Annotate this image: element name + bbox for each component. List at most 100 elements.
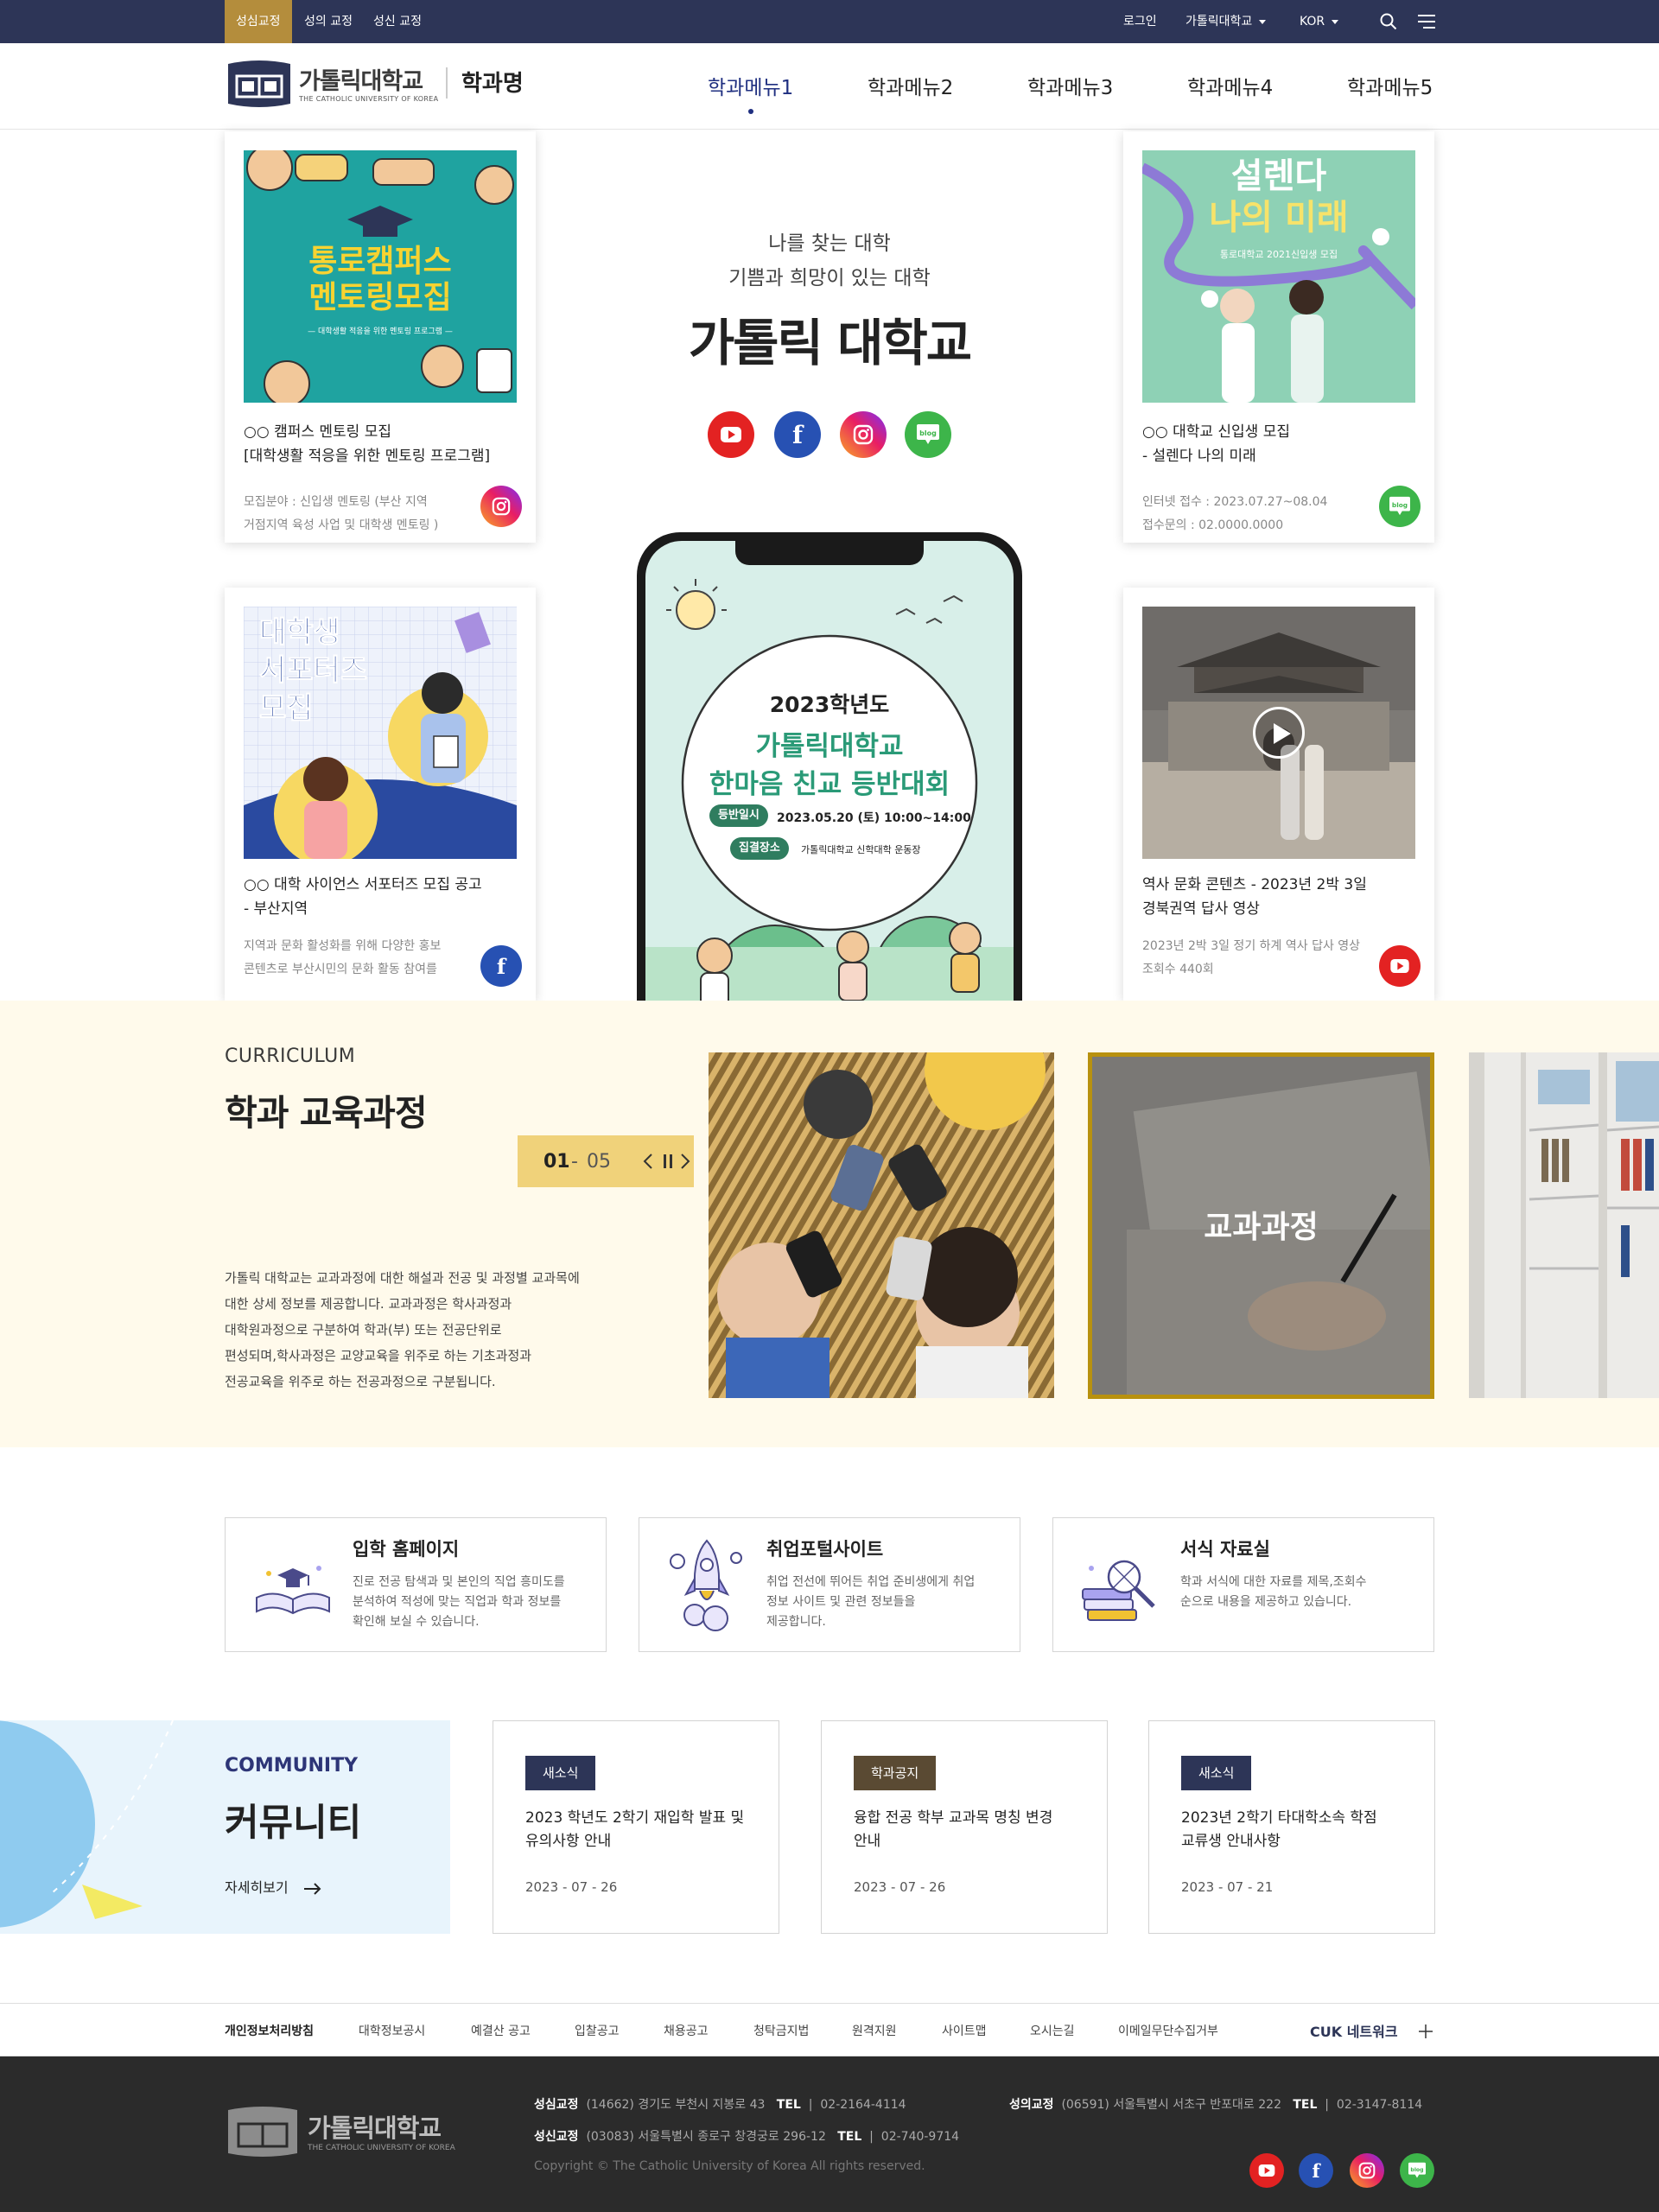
community-card[interactable]: 새소식 2023 학년도 2학기 재입학 발표 및 유의사항 안내 2023 - … xyxy=(493,1720,779,1934)
blog-icon[interactable]: blog xyxy=(905,411,951,458)
campus-tab-seongsim[interactable]: 성심교정 xyxy=(225,0,292,43)
next-arrow-icon[interactable] xyxy=(680,1153,690,1170)
tel-label: TEL xyxy=(776,2098,801,2112)
slide-curriculum-active[interactable]: 교과과정 xyxy=(1088,1052,1434,1399)
youtube-icon[interactable] xyxy=(708,411,754,458)
card-thumbnail: 설렌다 나의 미래 통로대학교 2021신입생 모집 xyxy=(1142,150,1415,403)
tel-label: TEL xyxy=(837,2130,862,2144)
quick-link-title: 취업포털사이트 xyxy=(766,1539,884,1560)
community-card-title-line: 2023 학년도 2학기 재입학 발표 및 xyxy=(525,1809,745,1827)
sns-card-video[interactable]: 역사 문화 콘텐츠 - 2023년 2박 3일 경북권역 답사 영상 2023년 … xyxy=(1123,588,1434,1001)
campus-tel: 02-740-9714 xyxy=(880,2130,960,2144)
instagram-icon[interactable] xyxy=(840,411,887,458)
rocket-icon xyxy=(670,1539,742,1631)
footer-link[interactable]: 원격지원 xyxy=(852,2022,897,2039)
university-logo[interactable] xyxy=(225,59,294,111)
footer-link[interactable]: 채용공고 xyxy=(664,2022,709,2039)
quick-link-title: 서식 자료실 xyxy=(1180,1539,1270,1560)
community-eyebrow: COMMUNITY xyxy=(225,1755,359,1777)
campus-address: (14662) 경기도 부천시 지봉로 43 xyxy=(586,2098,766,2112)
curriculum-desc-line-1: 가톨릭 대학교는 교과과정에 대한 해설과 전공 및 과정별 교과목에 xyxy=(225,1270,580,1286)
quick-link-admission[interactable]: 입학 홈페이지 진로 전공 탐색과 및 본인의 직업 흥미도를 분석하여 적성에 … xyxy=(225,1517,607,1652)
facebook-icon[interactable]: f xyxy=(480,945,522,987)
curriculum-eyebrow: CURRICULUM xyxy=(225,1046,356,1067)
footer-link[interactable]: 오시는길 xyxy=(1030,2022,1075,2039)
menu-icon[interactable] xyxy=(1418,14,1435,29)
youtube-icon[interactable] xyxy=(1379,945,1421,987)
curriculum-title: 학과 교육과정 xyxy=(225,1092,428,1134)
thumb-title-1: 설렌다 xyxy=(1230,156,1327,196)
play-icon[interactable] xyxy=(1253,707,1305,759)
quick-link-job-portal[interactable]: 취업포털사이트 취업 전선에 뛰어든 취업 준비생에게 취업 정보 사이트 및 관… xyxy=(639,1517,1020,1652)
quick-link-forms[interactable]: 서식 자료실 학과 서식에 대한 자료를 제목,조회수 순으로 내용을 제공하고 … xyxy=(1052,1517,1434,1652)
card-thumbnail[interactable] xyxy=(1142,607,1415,859)
campus-tab-seongsin[interactable]: 성신 교정 xyxy=(373,0,422,43)
sns-card-supporters[interactable]: 대학생 서포터즈 모집 ○○ 대학 사이언스 서포터즈 모집 공고 - 부산지역 … xyxy=(225,588,536,1001)
intro-line-1: 나를 찾는 대학 xyxy=(768,232,891,255)
facebook-icon[interactable]: f xyxy=(1299,2153,1333,2188)
community-more-link[interactable]: 자세히보기 xyxy=(225,1876,321,1897)
prev-arrow-icon[interactable] xyxy=(643,1153,653,1170)
pause-icon[interactable] xyxy=(663,1154,673,1168)
card-desc: 모집분야 : 신입생 멘토링 (부산 지역 거점지역 육성 사업 및 대학생 멘토… xyxy=(244,491,468,537)
slide-library-photo[interactable] xyxy=(1469,1052,1659,1398)
card-desc-line-2: 콘텐츠로 부산시민의 문화 활동 참여를 xyxy=(244,963,437,976)
youtube-icon[interactable] xyxy=(1249,2153,1284,2188)
curriculum-desc-line-3: 대학원과정으로 구분하여 학과(부) 또는 전공단위로 xyxy=(225,1322,502,1338)
footer-link[interactable]: 사이트맵 xyxy=(942,2022,987,2039)
blog-icon[interactable]: blog xyxy=(1400,2153,1434,2188)
tel-label: TEL xyxy=(1293,2098,1318,2112)
gnb-menu-3[interactable]: 학과메뉴3 xyxy=(1027,71,1113,100)
card-desc-line-1: 2023년 2박 3일 정기 하계 역사 답사 영상 xyxy=(1142,939,1361,953)
logo-text-en: THE CATHOLIC UNIVERSITY OF KOREA xyxy=(299,95,439,103)
blog-icon[interactable]: blog xyxy=(1379,486,1421,527)
campus-address: (03083) 서울특별시 종로구 창경궁로 296-12 xyxy=(586,2130,826,2144)
plus-icon[interactable] xyxy=(1419,2024,1433,2038)
gnb-menu-2[interactable]: 학과메뉴2 xyxy=(868,71,953,100)
curriculum-section: CURRICULUM 학과 교육과정 01 - 05 가톨릭 대학교는 교과과정… xyxy=(0,1001,1659,1447)
card-desc: 2023년 2박 3일 정기 하계 역사 답사 영상조회수 440회 xyxy=(1142,935,1367,982)
community-card[interactable]: 학과공지 융합 전공 학부 교과목 명칭 변경 안내 2023 - 07 - 26 xyxy=(821,1720,1108,1934)
arrow-right-icon xyxy=(303,1882,321,1895)
community-card-title-line: 교류생 안내사항 xyxy=(1181,1833,1281,1850)
card-thumbnail: 대학생 서포터즈 모집 xyxy=(244,607,517,859)
card-thumbnail: 통로캠퍼스 멘토링모집 — 대학생활 적응을 위한 멘토링 프로그램 — xyxy=(244,150,517,403)
sns-card-admission[interactable]: 설렌다 나의 미래 통로대학교 2021신입생 모집 ○○ 대학교 신입생 모집… xyxy=(1123,131,1434,543)
facebook-icon[interactable]: f xyxy=(774,411,821,458)
instagram-icon[interactable] xyxy=(480,486,522,527)
phone-mockup: 2023학년도 가톨릭대학교 한마음 친교 등반대회 등반일시 2023.05.… xyxy=(637,532,1022,1016)
community-card-title-line: 2023년 2학기 타대학소속 학점 xyxy=(1181,1809,1377,1827)
footer-link[interactable]: 예결산 공고 xyxy=(471,2022,531,2039)
univ-select[interactable]: 가톨릭대학교 xyxy=(1185,0,1267,43)
footer-emblem-icon xyxy=(228,2107,297,2157)
campus-info-seongui: 성의교정 (06591) 서울특별시 서초구 반포대로 222 TEL | 02… xyxy=(1009,2098,1423,2112)
footer-link-privacy[interactable]: 개인정보처리방침 xyxy=(225,2022,314,2039)
campus-tab-seongui[interactable]: 성의 교정 xyxy=(304,0,353,43)
poster-date-key: 등반일시 xyxy=(709,804,768,827)
logo-divider xyxy=(446,67,448,99)
login-link[interactable]: 로그인 xyxy=(1123,0,1157,43)
slide-students-photo[interactable] xyxy=(709,1052,1054,1398)
footer-link[interactable]: 대학정보공시 xyxy=(359,2022,425,2039)
card-desc-line-1: 지역과 문화 활성화를 위해 다양한 홍보 xyxy=(244,939,442,953)
cuk-network-toggle[interactable]: CUK 네트워크 xyxy=(1310,2020,1398,2041)
footer-logo-en: THE CATHOLIC UNIVERSITY OF KOREA xyxy=(308,2144,455,2152)
campus-name: 성심교정 xyxy=(534,2098,579,2112)
gnb-menu-1[interactable]: 학과메뉴1 xyxy=(708,71,793,114)
gnb-menu-4[interactable]: 학과메뉴4 xyxy=(1187,71,1273,100)
phone-screen[interactable]: 2023학년도 가톨릭대학교 한마음 친교 등반대회 등반일시 2023.05.… xyxy=(645,541,1014,1016)
search-icon[interactable] xyxy=(1380,13,1397,30)
logo-text-ko: 가톨릭대학교 xyxy=(299,68,423,95)
gnb-menu-5[interactable]: 학과메뉴5 xyxy=(1347,71,1433,100)
footer-link[interactable]: 입찰공고 xyxy=(575,2022,620,2039)
card-desc-line-2: 조회수 440회 xyxy=(1142,963,1214,976)
sns-card-mentoring[interactable]: 통로캠퍼스 멘토링모집 — 대학생활 적응을 위한 멘토링 프로그램 — ○○ … xyxy=(225,131,536,543)
community-card[interactable]: 새소식 2023년 2학기 타대학소속 학점 교류생 안내사항 2023 - 07… xyxy=(1148,1720,1435,1934)
instagram-icon[interactable] xyxy=(1350,2153,1384,2188)
footer-link[interactable]: 청탁금지법 xyxy=(753,2022,809,2039)
footer-link[interactable]: 이메일무단수집거부 xyxy=(1118,2022,1218,2039)
campus-address: (06591) 서울특별시 서초구 반포대로 222 xyxy=(1061,2098,1281,2112)
quick-link-desc-line: 순으로 내용을 제공하고 있습니다. xyxy=(1180,1595,1352,1609)
lang-select[interactable]: KOR xyxy=(1300,0,1339,43)
community-card-title: 2023 학년도 2학기 재입학 발표 및 유의사항 안내 xyxy=(525,1807,750,1853)
